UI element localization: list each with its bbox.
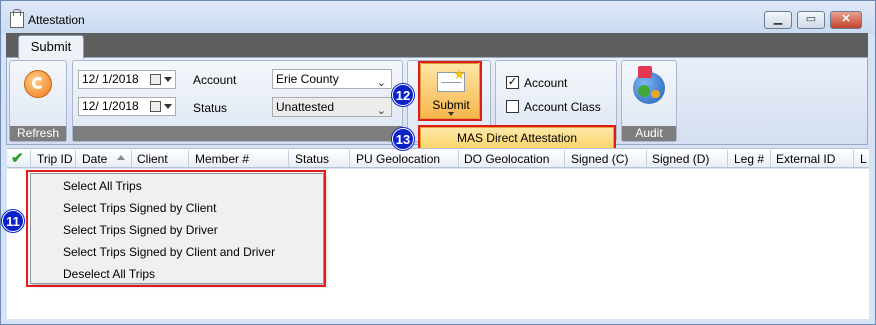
- column-header-status[interactable]: Status: [295, 152, 329, 166]
- sort-ascending-icon: [117, 155, 125, 160]
- column-header-trip-id[interactable]: Trip ID: [37, 152, 73, 166]
- calendar-icon[interactable]: [150, 74, 161, 85]
- date-to-value: 12/ 1/2018: [82, 99, 139, 113]
- tab-submit[interactable]: Submit: [18, 35, 84, 59]
- account-select[interactable]: Erie County ⌄: [272, 69, 392, 89]
- status-select[interactable]: Unattested ⌄: [272, 97, 392, 117]
- account-select-value: Erie County: [276, 72, 339, 86]
- ribbon-tab-bar: [6, 33, 868, 57]
- account-class-checkbox-label: Account Class: [524, 100, 601, 114]
- dropdown-arrow-icon[interactable]: [164, 77, 172, 82]
- flag-icon: [638, 66, 652, 78]
- chevron-down-icon[interactable]: ⌄: [377, 74, 386, 92]
- column-header-pu-geolocation[interactable]: PU Geolocation: [356, 152, 440, 166]
- audit-label: Audit: [622, 126, 676, 141]
- calendar-icon[interactable]: [150, 101, 161, 112]
- account-label: Account: [193, 73, 237, 87]
- column-header-signed-c[interactable]: Signed (C): [571, 152, 628, 166]
- column-header-member[interactable]: Member #: [195, 152, 249, 166]
- app-icon: [10, 9, 24, 28]
- title-bar: [1, 1, 875, 34]
- audit-group[interactable]: Audit: [621, 60, 677, 142]
- grid-header: ✔ Trip ID Date Client Member # Status PU…: [7, 148, 869, 168]
- column-header-date[interactable]: Date: [82, 152, 107, 166]
- refresh-group[interactable]: Refresh: [9, 60, 67, 142]
- badge-12: 12: [392, 84, 414, 106]
- window-title: Attestation: [28, 13, 85, 27]
- column-header-client[interactable]: Client: [137, 152, 168, 166]
- refresh-label: Refresh: [10, 126, 66, 141]
- status-select-value: Unattested: [276, 100, 335, 114]
- minimize-button[interactable]: ▁: [764, 11, 792, 29]
- select-all-check-icon[interactable]: ✔: [11, 151, 24, 166]
- column-header-signed-d[interactable]: Signed (D): [652, 152, 709, 166]
- close-button[interactable]: ✕: [830, 11, 862, 29]
- filters-group-label: [73, 126, 402, 141]
- submit-highlight-box: [418, 61, 482, 121]
- dropdown-arrow-icon[interactable]: [164, 104, 172, 109]
- column-header-l[interactable]: L: [860, 152, 867, 166]
- account-checkbox[interactable]: ✓: [506, 76, 519, 89]
- status-label: Status: [193, 101, 228, 115]
- column-header-do-geolocation[interactable]: DO Geolocation: [464, 152, 549, 166]
- context-menu-highlight-box: [26, 170, 326, 287]
- date-to-picker[interactable]: 12/ 1/2018: [78, 97, 176, 116]
- badge-11: 11: [2, 210, 24, 232]
- date-from-picker[interactable]: 12/ 1/2018: [78, 70, 176, 89]
- refresh-icon: [24, 70, 52, 98]
- chevron-down-icon[interactable]: ⌄: [377, 102, 386, 120]
- column-header-external-id[interactable]: External ID: [776, 152, 835, 166]
- maximize-button[interactable]: ▭: [797, 11, 825, 29]
- column-header-leg[interactable]: Leg #: [734, 152, 764, 166]
- account-class-checkbox[interactable]: [506, 100, 519, 113]
- badge-13: 13: [392, 128, 414, 150]
- date-from-value: 12/ 1/2018: [82, 72, 139, 86]
- account-checkbox-label: Account: [524, 76, 568, 90]
